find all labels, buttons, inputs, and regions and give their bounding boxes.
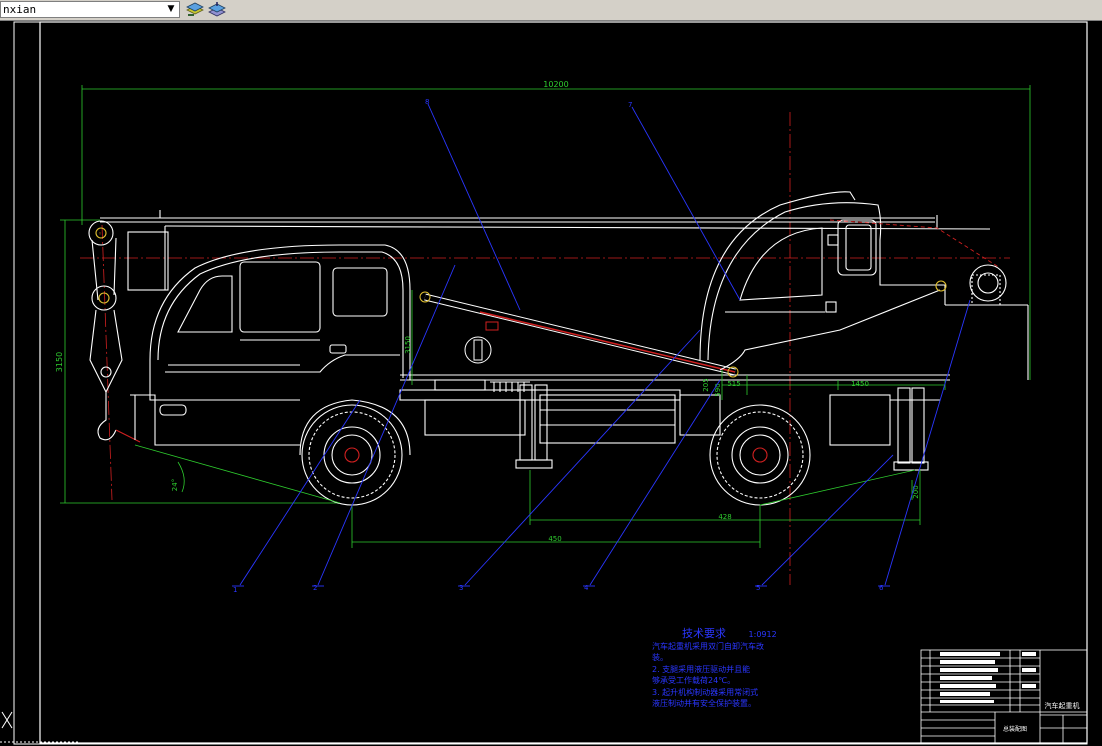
dim-rear-length: 1450 [851, 380, 869, 388]
tech-note-line-3: 2. 支腿采用液压驱动并且能 [652, 664, 751, 674]
part-number-8: 8 [425, 98, 429, 106]
toolbar: nxian ▼ [0, 0, 1102, 21]
tech-notes-scale: 1:0912 [748, 630, 777, 639]
layer-name-value: nxian [3, 3, 37, 16]
part-number-6: 6 [879, 584, 884, 592]
outer-frame [13, 21, 1088, 745]
title-block-drawing-name: 汽车起重机 [1045, 701, 1080, 710]
cad-drawing-canvas[interactable]: 10200 3150 ◦ 515 1450 205 590 428 450 31… [0, 21, 1102, 746]
part-number-1: 1 [233, 586, 237, 594]
part-number-3: 3 [459, 584, 463, 592]
centerlines [80, 112, 1010, 585]
tech-note-line-2: 装。 [652, 653, 668, 662]
hoist-rope [829, 219, 1001, 269]
dim-rear-offset: 515 [727, 380, 740, 388]
boom [100, 210, 991, 291]
part-number-2: 2 [313, 584, 317, 592]
tech-note-line-5: 3. 起升机构制动器采用常闭式 [652, 687, 759, 697]
overall-length-dimension [60, 85, 1031, 504]
tech-note-line-1: 汽车起重机采用双门自卸汽车改 [652, 641, 764, 651]
overall-height-label: 3150 [55, 352, 64, 372]
tech-notes-title: 技术要求 [682, 627, 726, 640]
dim-bottom-b: 450 [548, 535, 561, 543]
dim-cylinder-height: 3150 [404, 336, 412, 354]
dim-angle: 24° [171, 479, 179, 491]
title-block-assembly-label: 总装配图 [1003, 725, 1027, 733]
chevron-down-icon[interactable]: ▼ [164, 2, 178, 17]
tech-note-line-6: 液压制动并有安全保护装置。 [652, 699, 756, 708]
inner-frame [39, 21, 1088, 744]
technical-requirements: 技术要求 1:0912 汽车起重机采用双门自卸汽车改 装。 2. 支腿采用液压驱… [652, 628, 812, 710]
boom-head-label: ◦ [98, 230, 102, 238]
carrier-cab [149, 244, 411, 416]
layer-states-icon[interactable] [207, 1, 227, 18]
layer-previous-icon[interactable] [185, 1, 205, 18]
tech-note-line-4: 够承受工作载荷24℃。 [652, 676, 736, 685]
overall-length-label: 10200 [543, 80, 568, 89]
boom-head-pulleys [88, 220, 141, 443]
part-number-4: 4 [584, 584, 589, 592]
part-number-7: 7 [628, 101, 632, 109]
chassis-frame [130, 304, 1029, 446]
dim-small-v1: 205 [702, 378, 710, 391]
dim-bottom-a: 428 [718, 513, 731, 521]
title-block-fills [940, 652, 1036, 703]
dim-small-v2: 590 [714, 383, 722, 396]
rear-wheel [709, 404, 811, 506]
luffing-cylinder [419, 291, 739, 378]
front-wheel [299, 399, 411, 506]
layer-dropdown[interactable]: nxian ▼ [0, 1, 180, 18]
part-number-5: 5 [756, 584, 760, 592]
